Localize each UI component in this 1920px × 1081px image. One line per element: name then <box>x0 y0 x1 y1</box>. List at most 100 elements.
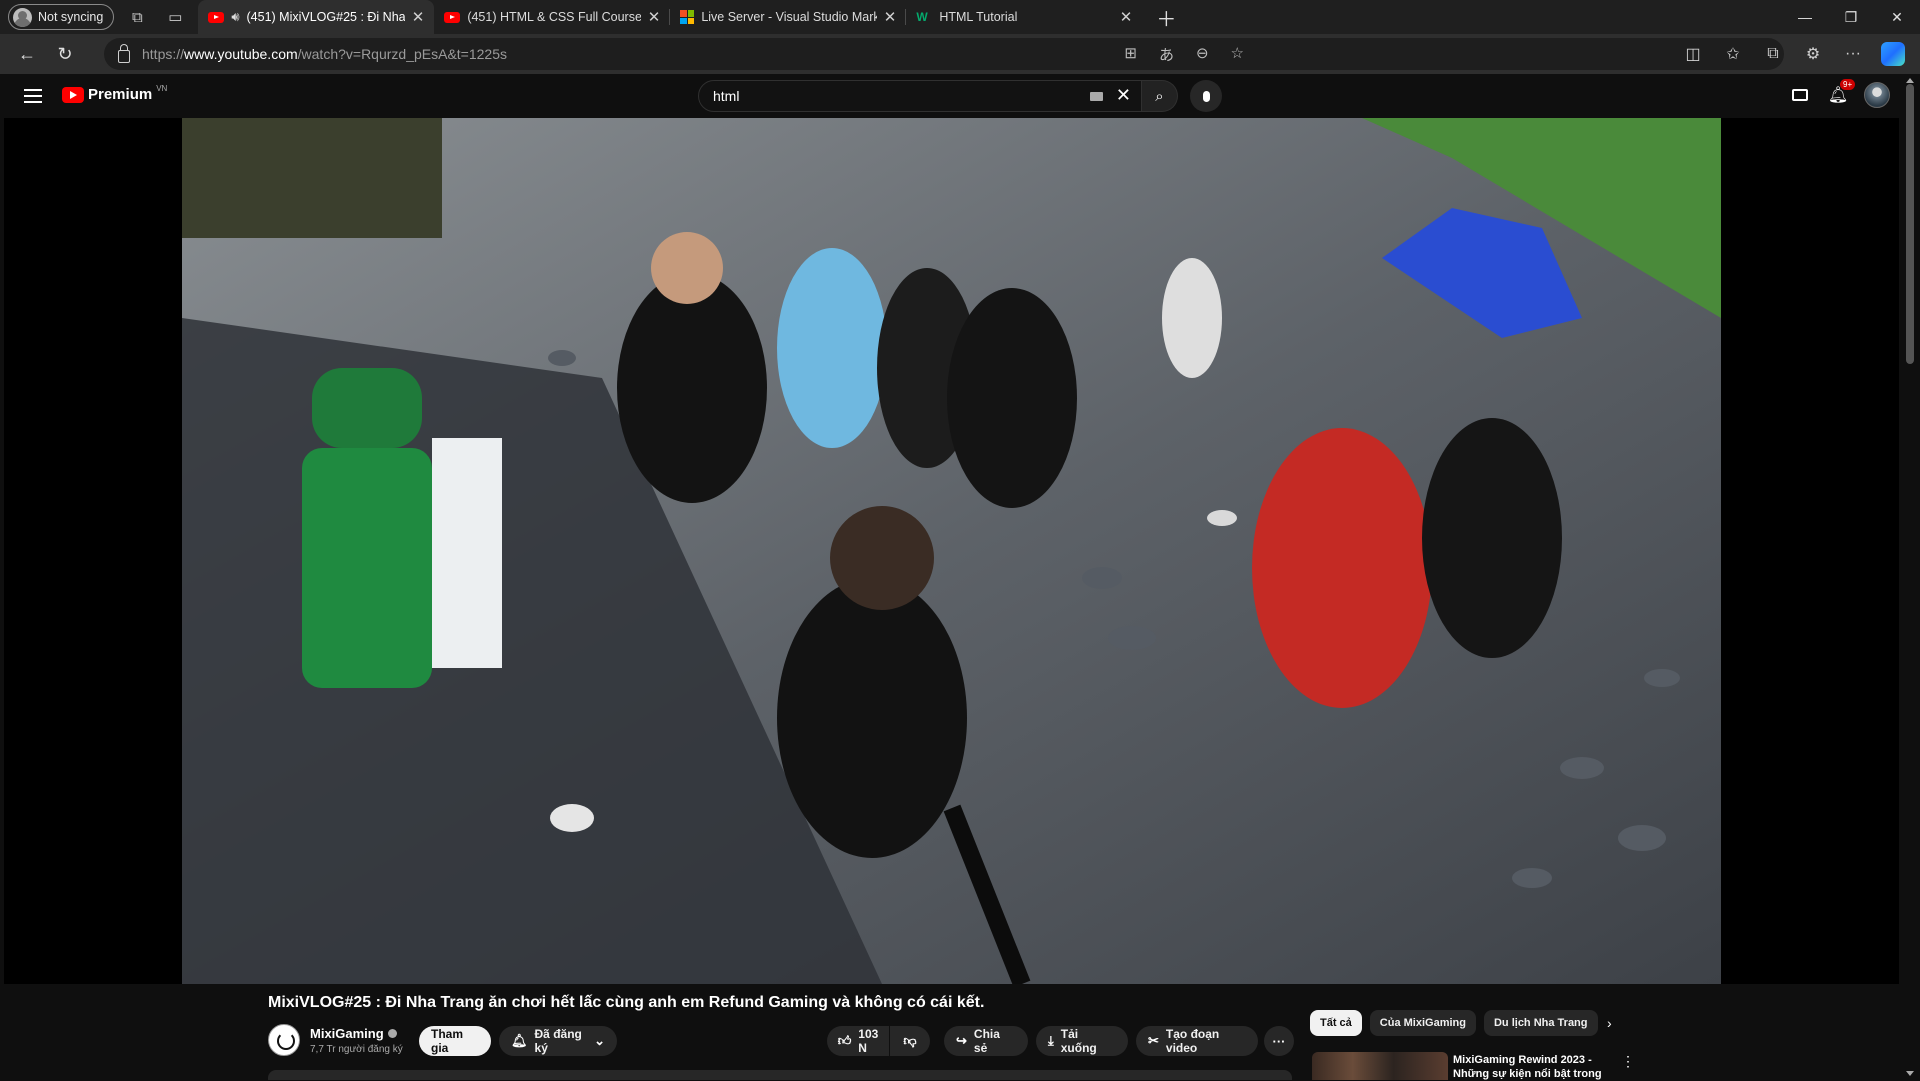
video-player[interactable] <box>4 118 1899 984</box>
recommendation-chips: Tất cả Của MixiGaming Du lịch Nha Trang <box>1310 1010 1598 1036</box>
scroll-down-icon[interactable] <box>1906 1071 1914 1076</box>
chip-all[interactable]: Tất cả <box>1310 1010 1362 1036</box>
channel-name-link[interactable]: MixiGaming <box>310 1026 397 1041</box>
clip-label: Tạo đoạn video <box>1165 1027 1220 1055</box>
read-aloud-icon[interactable]: あ <box>1159 44 1174 65</box>
notifications-bell-icon[interactable]: 🔔︎ 9+ <box>1826 79 1856 107</box>
refresh-icon[interactable]: ↻ <box>47 38 83 70</box>
restore-icon[interactable]: ❐ <box>1828 0 1874 34</box>
menu-hamburger-icon[interactable] <box>24 89 42 103</box>
notification-badge: 9+ <box>1840 79 1856 90</box>
more-menu-icon[interactable]: ··· <box>1836 38 1870 70</box>
page-scrollbar[interactable] <box>1900 74 1920 1080</box>
close-tab-icon[interactable]: ✕ <box>648 8 661 26</box>
keyboard-icon[interactable] <box>1090 92 1103 101</box>
voice-search-button[interactable] <box>1190 80 1222 112</box>
address-bar-row: ← ↻ https://www.youtube.com/watch?v=Rqur… <box>0 34 1920 74</box>
channel-avatar[interactable] <box>268 1024 300 1056</box>
app-available-icon[interactable]: ⊞ <box>1124 44 1137 65</box>
like-button[interactable]: 👍︎ 103 N <box>827 1026 889 1056</box>
split-screen-icon[interactable]: ◫ <box>1676 38 1710 70</box>
tab-html-tutorial[interactable]: W HTML Tutorial ✕ <box>906 0 1142 34</box>
w3schools-favicon-icon: W <box>916 10 928 24</box>
close-tab-icon[interactable]: ✕ <box>884 8 897 26</box>
youtube-play-icon <box>62 86 84 103</box>
back-arrow-icon[interactable]: ← <box>9 38 45 70</box>
search-input[interactable]: html ✕ <box>698 80 1142 112</box>
extensions-icon[interactable]: ⚙ <box>1796 38 1830 70</box>
description-box-edge <box>268 1070 1292 1080</box>
scroll-up-icon[interactable] <box>1906 78 1914 83</box>
url-host: www.youtube.com <box>184 46 298 62</box>
url-field[interactable]: https://www.youtube.com/watch?v=Rqurzd_p… <box>104 38 1784 70</box>
subscriber-count: 7,7 Tr người đăng ký <box>310 1044 403 1055</box>
workspaces-icon[interactable]: ⧉ <box>122 2 152 32</box>
channel-name: MixiGaming <box>310 1026 384 1041</box>
youtube-header: Premium VN html ✕ ⌕ 🔔︎ 9+ <box>0 74 1920 118</box>
download-icon: ⤓ <box>1048 1033 1054 1048</box>
favorites-icon[interactable]: ✩ <box>1716 38 1750 70</box>
verified-badge-icon <box>387 1029 397 1038</box>
youtube-favicon-icon <box>444 11 461 23</box>
close-window-icon[interactable]: ✕ <box>1874 0 1920 34</box>
tab-title: Live Server - Visual Studio Market <box>701 10 877 24</box>
account-avatar[interactable] <box>1864 82 1890 108</box>
dislike-button[interactable]: 👎︎ <box>890 1026 930 1056</box>
scrollbar-thumb[interactable] <box>1906 84 1914 364</box>
speaker-icon[interactable]: 🔊︎ <box>231 9 239 25</box>
chevron-down-icon: ⌄ <box>594 1033 605 1048</box>
profile-button[interactable]: Not syncing <box>8 4 115 30</box>
more-actions-button[interactable]: ··· <box>1264 1026 1294 1056</box>
bell-icon: 🔔︎ <box>511 1033 528 1048</box>
join-label: Tham gia <box>431 1027 464 1055</box>
subscribed-label: Đã đăng ký <box>534 1027 582 1055</box>
toolbar-right: ◫ ✩ ⧉ ⚙ ··· <box>1676 38 1910 70</box>
chips-next-icon[interactable]: › <box>1607 1015 1612 1031</box>
create-video-icon[interactable] <box>1788 83 1812 107</box>
recommendation-thumbnail[interactable] <box>1312 1052 1448 1080</box>
video-frame[interactable] <box>182 118 1721 984</box>
zoom-out-icon[interactable]: ⊖ <box>1196 44 1209 65</box>
share-button[interactable]: ↪ Chia sẻ <box>944 1026 1028 1056</box>
clip-button[interactable]: ✂ Tạo đoạn video <box>1136 1026 1258 1056</box>
chip-nha-trang[interactable]: Du lịch Nha Trang <box>1483 1010 1598 1036</box>
browser-tab-strip: Not syncing ⧉ ▭ 🔊︎ (451) MixiVLOG#25 : Đ… <box>0 0 1920 34</box>
share-icon: ↪ <box>956 1033 967 1048</box>
clear-search-icon[interactable]: ✕ <box>1116 85 1131 106</box>
thumbs-up-icon: 👍︎ <box>837 1033 852 1048</box>
new-tab-icon[interactable]: ＋ <box>1156 3 1176 32</box>
subscribed-button[interactable]: 🔔︎ Đã đăng ký ⌄ <box>499 1026 617 1056</box>
join-button[interactable]: Tham gia <box>419 1026 491 1056</box>
more-horizontal-icon: ··· <box>1272 1033 1286 1049</box>
url-path: /watch?v=Rqurzd_pEsA&t=1225s <box>297 46 507 62</box>
search-value: html <box>713 88 740 104</box>
youtube-logo[interactable]: Premium VN <box>62 84 168 103</box>
recommendation-more-icon[interactable]: ⋮ <box>1621 1053 1635 1070</box>
lock-icon[interactable] <box>118 43 130 63</box>
tab-title: HTML Tutorial <box>939 10 1018 24</box>
download-button[interactable]: ⤓ Tải xuống <box>1036 1026 1128 1056</box>
profile-avatar-icon <box>13 7 32 27</box>
tab-html-css-course[interactable]: (451) HTML & CSS Full Course for ✕ <box>434 0 671 34</box>
header-actions: 🔔︎ 9+ <box>1788 79 1890 108</box>
scissors-icon: ✂ <box>1148 1033 1159 1048</box>
tab-live-server[interactable]: Live Server - Visual Studio Market ✕ <box>670 0 907 34</box>
collections-icon[interactable]: ⧉ <box>1756 38 1790 70</box>
chip-mixigaming[interactable]: Của MixiGaming <box>1369 1010 1476 1036</box>
background-trees <box>182 118 442 238</box>
search-button[interactable]: ⌕ <box>1142 80 1178 112</box>
close-tab-icon[interactable]: ✕ <box>412 8 425 26</box>
minimize-icon[interactable]: — <box>1782 0 1828 34</box>
microsoft-favicon-icon <box>680 10 695 24</box>
tab-actions-icon[interactable]: ▭ <box>160 2 190 32</box>
logo-text: Premium <box>88 86 153 103</box>
logo-region: VN <box>156 84 168 93</box>
tab-title: (451) MixiVLOG#25 : Đi Nha Trang <box>246 10 405 24</box>
close-tab-icon[interactable]: ✕ <box>1120 8 1133 26</box>
tab-mixivlog[interactable]: 🔊︎ (451) MixiVLOG#25 : Đi Nha Trang ✕ <box>198 0 435 34</box>
window-controls: — ❐ ✕ <box>1782 0 1920 34</box>
microphone-icon <box>1202 90 1210 102</box>
favorite-star-icon[interactable]: ☆ <box>1231 44 1244 65</box>
copilot-icon[interactable] <box>1876 38 1910 70</box>
recommendation-title[interactable]: MixiGaming Rewind 2023 - Những sự kiện n… <box>1453 1053 1613 1081</box>
